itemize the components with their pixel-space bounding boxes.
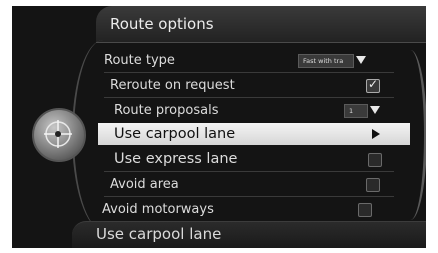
- menu-item-express-lane[interactable]: Use express lane: [114, 148, 404, 170]
- status-bar: Use carpool lane: [72, 221, 426, 248]
- selected-item-description: Use carpool lane: [96, 225, 222, 243]
- menu-item-reroute[interactable]: Reroute on request: [110, 74, 400, 96]
- menu-item-label: Use carpool lane: [114, 126, 236, 142]
- chevron-right-icon[interactable]: [372, 129, 380, 139]
- menu-item-label: Reroute on request: [110, 77, 235, 93]
- chevron-down-icon[interactable]: [370, 106, 380, 114]
- menu-item-label: Route type: [104, 52, 175, 68]
- avoid-motorways-checkbox[interactable]: [358, 203, 372, 217]
- avoid-area-checkbox[interactable]: [366, 178, 380, 192]
- nav-screen: Route options Route type Fast with tra R…: [12, 6, 426, 248]
- express-lane-checkbox[interactable]: [368, 153, 382, 167]
- route-options-list: Route type Fast with tra Reroute on requ…: [12, 6, 426, 248]
- menu-item-avoid-area[interactable]: Avoid area: [110, 173, 400, 195]
- menu-item-label: Use express lane: [114, 151, 238, 167]
- menu-item-label: Avoid area: [110, 176, 179, 192]
- dropdown-value: 1: [349, 107, 354, 115]
- menu-item-label: Route proposals: [114, 102, 219, 118]
- menu-item-label: Avoid motorways: [102, 201, 214, 217]
- route-proposals-dropdown[interactable]: 1: [344, 104, 368, 118]
- dropdown-value: Fast with tra: [303, 57, 344, 65]
- divider: [104, 97, 394, 98]
- divider: [104, 72, 394, 73]
- chevron-down-icon[interactable]: [356, 56, 366, 64]
- menu-item-carpool-lane[interactable]: Use carpool lane: [98, 123, 410, 145]
- menu-item-avoid-motorways[interactable]: Avoid motorways: [102, 198, 392, 220]
- divider: [104, 171, 394, 172]
- route-type-dropdown[interactable]: Fast with tra: [298, 54, 354, 68]
- divider: [104, 196, 394, 197]
- reroute-checkbox[interactable]: [366, 77, 380, 93]
